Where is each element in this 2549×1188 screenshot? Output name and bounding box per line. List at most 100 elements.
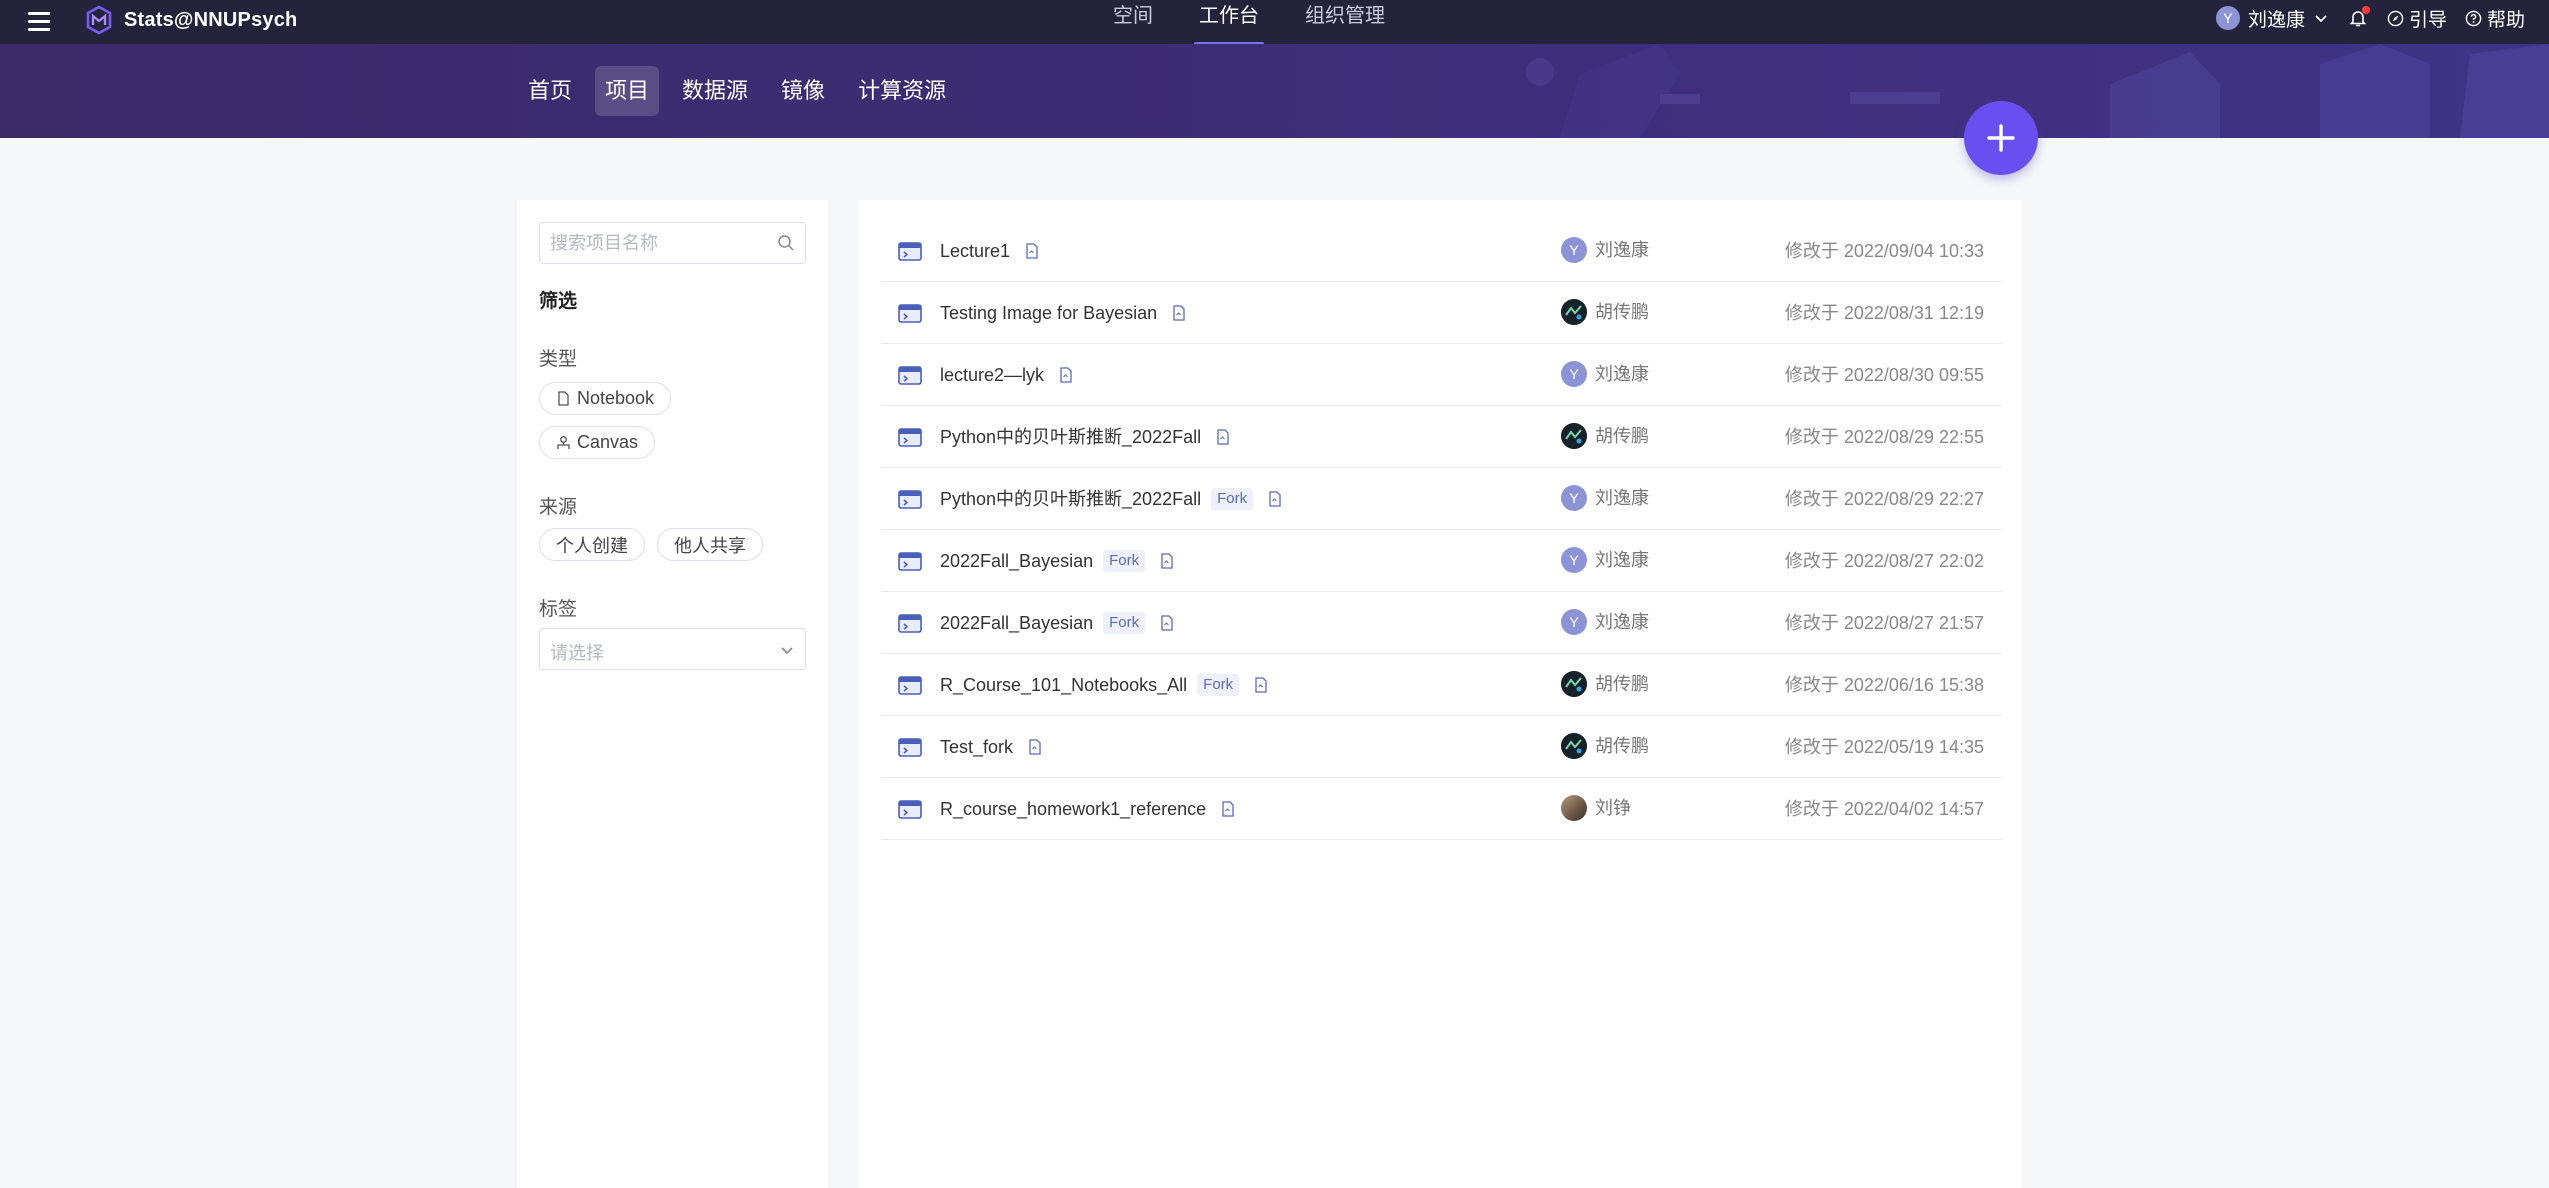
sub-nav-home[interactable]: 首页 <box>518 66 582 116</box>
project-row[interactable]: Python中的贝叶斯推断_2022Fall 胡传鹏 修改于 2022/08/2… <box>881 406 2002 468</box>
owner-avatar <box>1561 795 1587 821</box>
project-row[interactable]: Test_fork 胡传鹏 修改于 2022/05/19 14:35 <box>881 716 2002 778</box>
user-avatar: Y <box>2215 6 2240 30</box>
project-name-cell: Testing Image for Bayesian <box>940 300 1187 326</box>
user-name: 刘逸康 <box>2247 9 2305 31</box>
modified-time: 修改于 2022/04/02 14:57 <box>1784 799 1984 819</box>
top-nav-org-management[interactable]: 组织管理 <box>1282 0 1408 44</box>
project-owner: Y 刘逸康 <box>1561 360 1649 388</box>
owner-name: 胡传鹏 <box>1595 426 1649 446</box>
project-owner: Y 刘逸康 <box>1561 608 1649 636</box>
canvas-icon <box>557 436 570 449</box>
project-row[interactable]: R_course_homework1_reference 刘铮 修改于 2022… <box>881 778 2002 840</box>
modified-time: 修改于 2022/08/31 12:19 <box>1784 303 1984 323</box>
app-name[interactable]: Stats@NNUPsych <box>124 5 297 35</box>
project-name[interactable]: Test_fork <box>940 734 1013 760</box>
project-owner: Y 刘逸康 <box>1561 484 1649 512</box>
owner-name: 刘逸康 <box>1595 488 1649 508</box>
notebook-icon <box>898 366 922 385</box>
help-link[interactable]: 帮助 <box>2465 5 2525 32</box>
top-nav: 空间 工作台 组织管理 <box>1090 0 1408 45</box>
notebook-icon <box>898 552 922 571</box>
owner-avatar: Y <box>1561 361 1587 387</box>
source-shared-tag[interactable]: 他人共享 <box>657 528 763 561</box>
notebook-icon <box>898 428 922 447</box>
notebook-type-icon <box>1269 491 1281 507</box>
owner-avatar: Y <box>1561 609 1587 635</box>
user-menu[interactable]: Y 刘逸康 <box>2215 5 2329 32</box>
tag-select[interactable]: 请选择 <box>539 628 806 670</box>
owner-avatar: Y <box>1561 547 1587 573</box>
project-name[interactable]: Lecture1 <box>940 238 1010 264</box>
owner-name: 刘铮 <box>1595 798 1631 818</box>
owner-name: 胡传鹏 <box>1595 302 1649 322</box>
type-label: 类型 <box>539 349 578 370</box>
chevron-down-icon <box>781 647 793 655</box>
top-right-tools: Y 刘逸康 引导 帮助 <box>2215 0 2525 36</box>
search-input[interactable] <box>550 223 770 263</box>
notebook-type-icon <box>1173 305 1185 321</box>
project-name[interactable]: lecture2—lyk <box>940 362 1044 388</box>
notebook-type-icon <box>1255 677 1267 693</box>
create-project-button[interactable] <box>1964 101 2038 175</box>
project-name-cell: Test_fork <box>940 734 1043 760</box>
top-nav-workbench[interactable]: 工作台 <box>1176 0 1282 45</box>
project-row[interactable]: Lecture1 Y 刘逸康 修改于 2022/09/04 10:33 <box>881 220 2002 282</box>
modified-time: 修改于 2022/06/16 15:38 <box>1784 675 1984 695</box>
project-name-cell: Lecture1 <box>940 238 1040 264</box>
modified-time: 修改于 2022/08/29 22:27 <box>1784 489 1984 509</box>
type-notebook-tag[interactable]: Notebook <box>539 382 672 415</box>
sub-nav-images[interactable]: 镜像 <box>771 66 835 116</box>
owner-avatar: Y <box>1561 237 1587 263</box>
source-personal-tag[interactable]: 个人创建 <box>539 528 645 561</box>
sub-nav: 首页 项目 数据源 镜像 计算资源 <box>518 66 969 116</box>
project-row[interactable]: 2022Fall_Bayesian Fork Y 刘逸康 修改于 2022/08… <box>881 592 2002 654</box>
search-box <box>539 222 806 264</box>
help-circle-icon <box>2465 10 2482 26</box>
owner-name: 刘逸康 <box>1595 612 1649 632</box>
project-name-cell: lecture2—lyk <box>940 362 1074 388</box>
notification-bell-icon[interactable] <box>2347 6 2370 29</box>
filter-title: 筛选 <box>539 291 578 312</box>
modified-time: 修改于 2022/08/29 22:55 <box>1784 427 1984 447</box>
document-icon <box>558 391 569 406</box>
project-name[interactable]: Python中的贝叶斯推断_2022Fall <box>940 424 1201 450</box>
type-notebook-label: Notebook <box>577 388 655 408</box>
project-row[interactable]: Testing Image for Bayesian 胡传鹏 修改于 2022/… <box>881 282 2002 344</box>
type-canvas-tag[interactable]: Canvas <box>539 426 656 459</box>
plus-icon <box>1987 124 2015 152</box>
app-logo-icon <box>86 5 112 35</box>
owner-avatar: Y <box>1561 485 1587 511</box>
fork-badge: Fork <box>1211 488 1254 510</box>
search-icon[interactable] <box>777 234 795 252</box>
owner-avatar <box>1561 733 1587 759</box>
project-row[interactable]: Python中的贝叶斯推断_2022Fall Fork Y 刘逸康 修改于 20… <box>881 468 2002 530</box>
project-name[interactable]: R_course_homework1_reference <box>940 796 1206 822</box>
notebook-icon <box>898 242 922 261</box>
notebook-type-icon <box>1026 243 1038 259</box>
owner-name: 刘逸康 <box>1595 240 1649 260</box>
type-canvas-label: Canvas <box>577 432 639 452</box>
owner-avatar <box>1561 299 1587 325</box>
notebook-icon <box>898 738 922 757</box>
project-owner: 胡传鹏 <box>1561 298 1649 326</box>
project-name[interactable]: R_Course_101_Notebooks_All <box>940 672 1187 698</box>
project-name-cell: Python中的贝叶斯推断_2022Fall <box>940 424 1231 450</box>
top-nav-space[interactable]: 空间 <box>1090 0 1176 44</box>
sub-nav-datasources[interactable]: 数据源 <box>672 66 758 116</box>
sub-nav-projects[interactable]: 项目 <box>595 66 660 116</box>
sub-nav-compute[interactable]: 计算资源 <box>848 66 956 116</box>
project-name[interactable]: Python中的贝叶斯推断_2022Fall <box>940 486 1201 512</box>
project-name[interactable]: 2022Fall_Bayesian <box>940 548 1093 574</box>
notification-dot <box>2361 6 2370 14</box>
hamburger-menu-icon[interactable] <box>28 6 56 36</box>
project-row[interactable]: 2022Fall_Bayesian Fork Y 刘逸康 修改于 2022/08… <box>881 530 2002 592</box>
chevron-down-icon <box>2315 15 2327 23</box>
project-row[interactable]: R_Course_101_Notebooks_All Fork 胡传鹏 修改于 … <box>881 654 2002 716</box>
guide-link[interactable]: 引导 <box>2387 5 2447 32</box>
project-name[interactable]: Testing Image for Bayesian <box>940 300 1157 326</box>
project-name[interactable]: 2022Fall_Bayesian <box>940 610 1093 636</box>
notebook-icon <box>898 490 922 509</box>
source-personal-label: 个人创建 <box>556 535 628 556</box>
project-row[interactable]: lecture2—lyk Y 刘逸康 修改于 2022/08/30 09:55 <box>881 344 2002 406</box>
